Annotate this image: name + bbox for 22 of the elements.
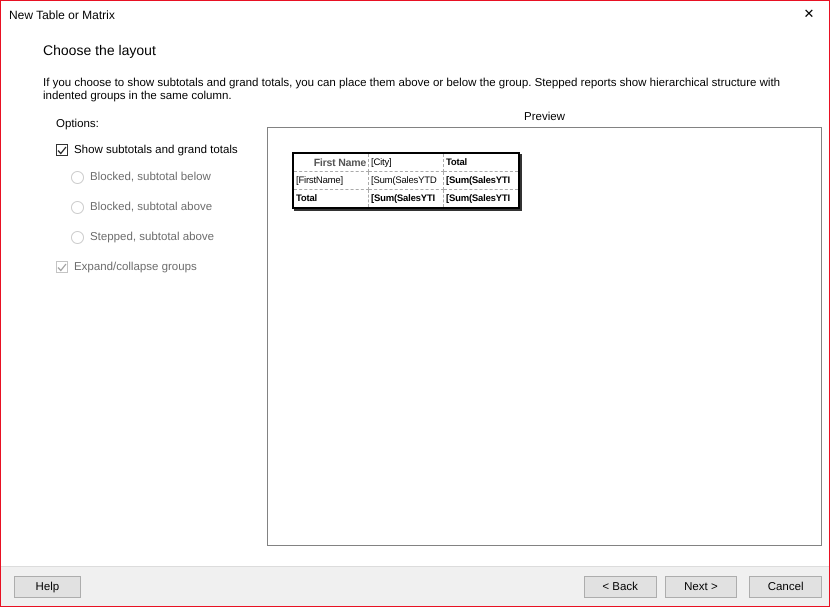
radio-label: Blocked, subtotal above bbox=[90, 201, 212, 213]
back-button[interactable]: < Back bbox=[584, 576, 657, 598]
radio-label: Stepped, subtotal above bbox=[90, 231, 214, 243]
checkbox-label: Expand/collapse groups bbox=[74, 261, 197, 273]
table-cell: Total bbox=[293, 190, 368, 208]
table-cell: [FirstName] bbox=[293, 172, 368, 190]
table-cell: [Sum(SalesYTI bbox=[368, 190, 444, 208]
table-cell: [City] bbox=[368, 153, 444, 172]
close-button[interactable]: ✕ bbox=[789, 1, 829, 28]
window-title: New Table or Matrix bbox=[9, 8, 115, 22]
options-label: Options: bbox=[56, 118, 100, 130]
help-button[interactable]: Help bbox=[14, 576, 81, 598]
next-button[interactable]: Next > bbox=[664, 576, 738, 598]
preview-label: Preview bbox=[524, 111, 565, 123]
description-text: If you choose to show subtotals and grand totals, you can place them above or below the group. Stepped reports show hierarchical structure with indented groups in the same column. bbox=[43, 77, 782, 103]
radio-label: Blocked, subtotal below bbox=[90, 171, 211, 183]
table-cell: [Sum(SalesYTD bbox=[368, 172, 444, 190]
checkbox[interactable] bbox=[56, 144, 68, 156]
table-cell: First Name bbox=[293, 153, 368, 172]
cancel-button[interactable]: Cancel bbox=[749, 576, 822, 598]
checkbox-label: Show subtotals and grand totals bbox=[74, 144, 238, 156]
page-heading: Choose the layout bbox=[43, 42, 157, 58]
